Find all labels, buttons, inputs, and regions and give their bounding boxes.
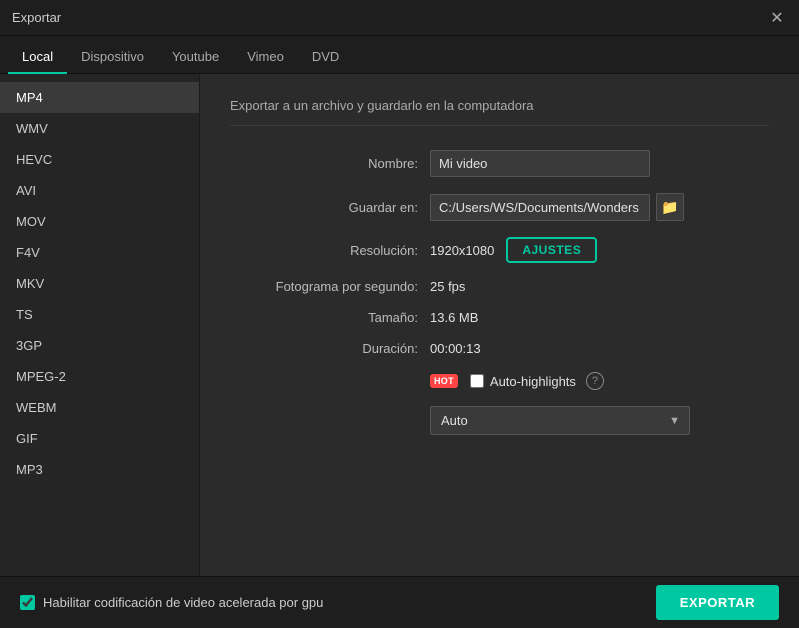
ajustes-button[interactable]: AJUSTES <box>506 237 597 263</box>
auto-highlights-text: Auto-highlights <box>490 374 576 389</box>
bottom-bar: Habilitar codificación de video acelerad… <box>0 576 799 628</box>
resolucion-value: 1920x1080 <box>430 243 494 258</box>
tab-bar: Local Dispositivo Youtube Vimeo DVD <box>0 36 799 74</box>
tamano-value: 13.6 MB <box>430 310 769 325</box>
folder-browse-button[interactable]: 📁 <box>656 193 684 221</box>
highlights-row: HOT Auto-highlights ? <box>230 372 769 390</box>
duracion-value: 00:00:13 <box>430 341 769 356</box>
dropdown-row: Auto Opción 1 Opción 2 ▼ <box>230 406 769 435</box>
close-button[interactable]: ✕ <box>767 8 787 28</box>
sidebar: MP4 WMV HEVC AVI MOV F4V MKV TS 3GP MPEG… <box>0 74 200 628</box>
tamano-row: Tamaño: 13.6 MB <box>230 310 769 325</box>
tab-dispositivo[interactable]: Dispositivo <box>67 41 158 74</box>
auto-highlights-checkbox[interactable] <box>470 374 484 388</box>
sidebar-item-mkv[interactable]: MKV <box>0 268 199 299</box>
auto-highlights-label[interactable]: Auto-highlights <box>470 374 576 389</box>
tamano-label: Tamaño: <box>230 310 430 325</box>
tab-dvd[interactable]: DVD <box>298 41 353 74</box>
nombre-label: Nombre: <box>230 156 430 171</box>
title-bar: Exportar ✕ <box>0 0 799 36</box>
sidebar-item-mp4[interactable]: MP4 <box>0 82 199 113</box>
gpu-label-text: Habilitar codificación de video acelerad… <box>43 595 323 610</box>
sidebar-item-ts[interactable]: TS <box>0 299 199 330</box>
duracion-row: Duración: 00:00:13 <box>230 341 769 356</box>
sidebar-item-mpeg2[interactable]: MPEG-2 <box>0 361 199 392</box>
dialog-title: Exportar <box>12 10 61 25</box>
sidebar-item-hevc[interactable]: HEVC <box>0 144 199 175</box>
sidebar-item-wmv[interactable]: WMV <box>0 113 199 144</box>
gpu-checkbox[interactable] <box>20 595 35 610</box>
export-button[interactable]: EXPORTAR <box>656 585 779 620</box>
nombre-input[interactable] <box>430 150 650 177</box>
auto-dropdown[interactable]: Auto Opción 1 Opción 2 <box>430 406 690 435</box>
folder-row: C:/Users/WS/Documents/Wonders 📁 <box>430 193 684 221</box>
dropdown-wrapper: Auto Opción 1 Opción 2 ▼ <box>430 406 690 435</box>
sidebar-item-f4v[interactable]: F4V <box>0 237 199 268</box>
resolucion-row: Resolución: 1920x1080 AJUSTES <box>230 237 769 263</box>
sidebar-item-webm[interactable]: WEBM <box>0 392 199 423</box>
fotograma-label: Fotograma por segundo: <box>230 279 430 294</box>
nombre-row: Nombre: <box>230 150 769 177</box>
duracion-label: Duración: <box>230 341 430 356</box>
tab-vimeo[interactable]: Vimeo <box>233 41 298 74</box>
main-layout: MP4 WMV HEVC AVI MOV F4V MKV TS 3GP MPEG… <box>0 74 799 628</box>
tab-youtube[interactable]: Youtube <box>158 41 233 74</box>
resolucion-label: Resolución: <box>230 243 430 258</box>
folder-path: C:/Users/WS/Documents/Wonders <box>430 194 650 221</box>
tab-local[interactable]: Local <box>8 41 67 74</box>
sidebar-item-gif[interactable]: GIF <box>0 423 199 454</box>
fotograma-value: 25 fps <box>430 279 769 294</box>
export-description: Exportar a un archivo y guardarlo en la … <box>230 98 769 126</box>
sidebar-item-mov[interactable]: MOV <box>0 206 199 237</box>
content-panel: Exportar a un archivo y guardarlo en la … <box>200 74 799 628</box>
info-icon[interactable]: ? <box>586 372 604 390</box>
resolution-row: 1920x1080 AJUSTES <box>430 237 597 263</box>
sidebar-item-3gp[interactable]: 3GP <box>0 330 199 361</box>
fotograma-row: Fotograma por segundo: 25 fps <box>230 279 769 294</box>
sidebar-item-avi[interactable]: AVI <box>0 175 199 206</box>
highlights-content: HOT Auto-highlights ? <box>430 372 604 390</box>
guardar-label: Guardar en: <box>230 200 430 215</box>
sidebar-item-mp3[interactable]: MP3 <box>0 454 199 485</box>
hot-badge: HOT <box>430 374 458 388</box>
guardar-row: Guardar en: C:/Users/WS/Documents/Wonder… <box>230 193 769 221</box>
gpu-acceleration-label[interactable]: Habilitar codificación de video acelerad… <box>20 595 323 610</box>
folder-icon: 📁 <box>661 199 678 216</box>
